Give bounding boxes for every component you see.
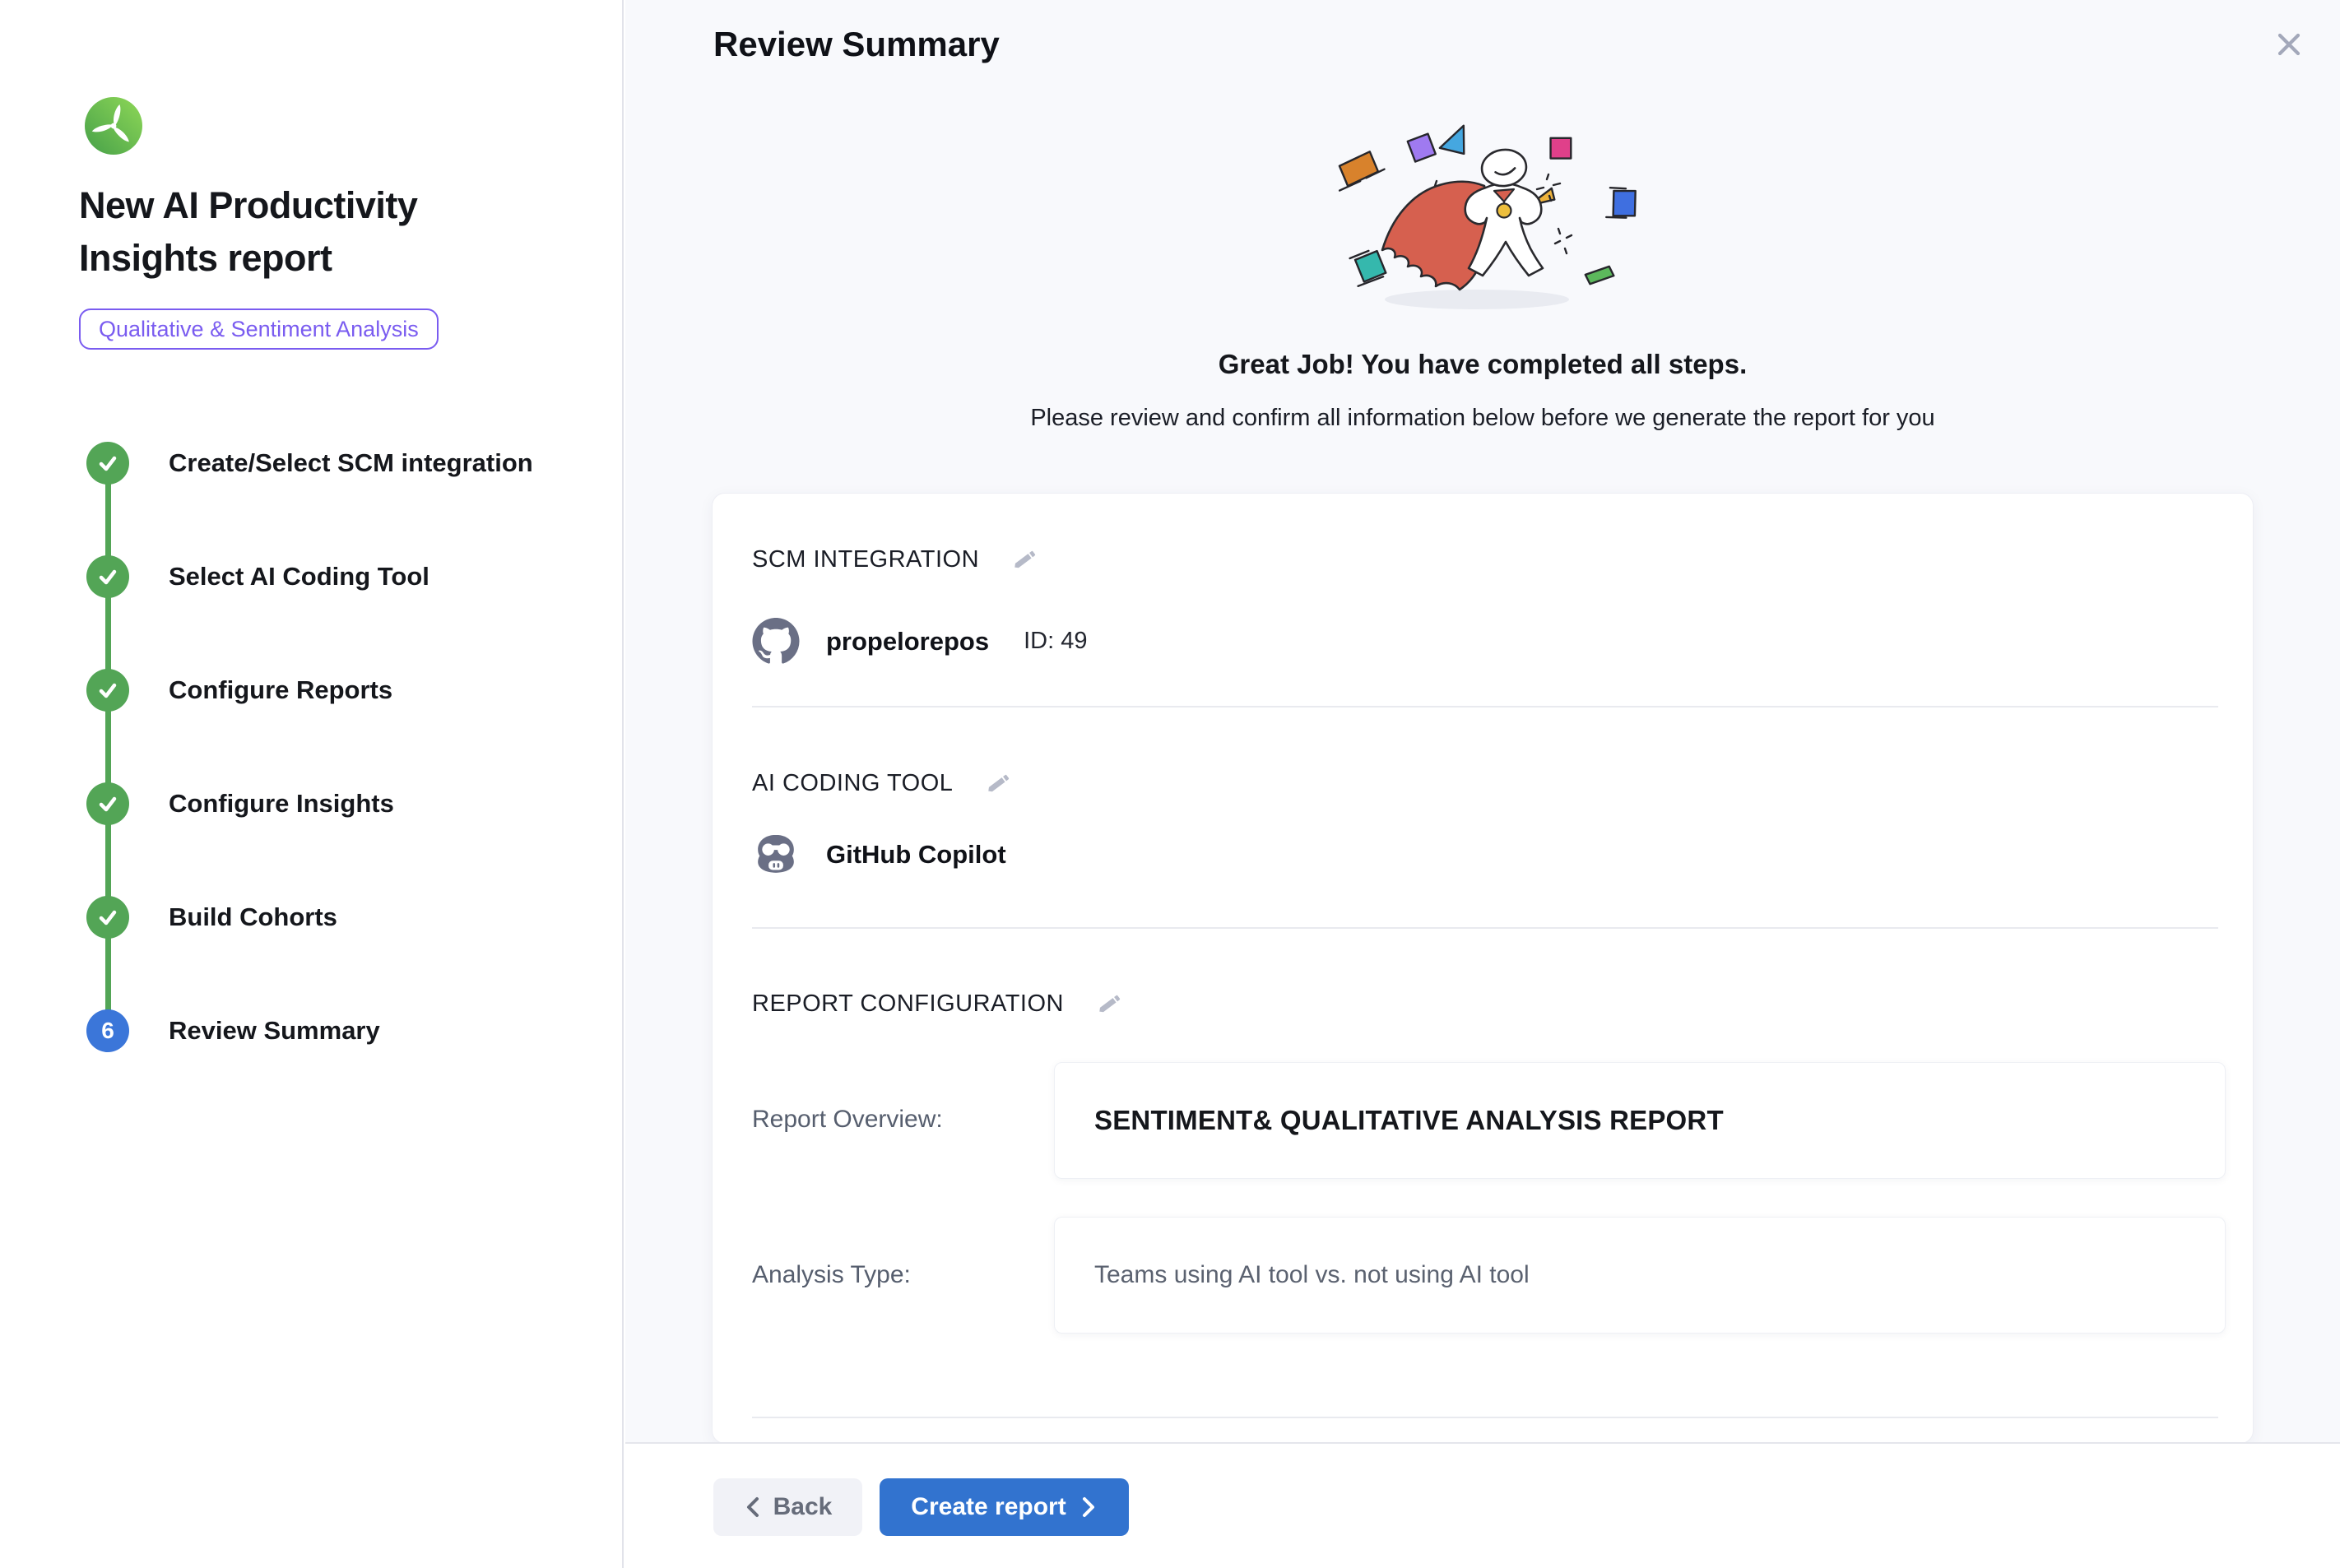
analysis-type-label: Analysis Type: xyxy=(752,1261,1024,1289)
scm-section-label: SCM INTEGRATION xyxy=(752,546,979,573)
step-active-number: 6 xyxy=(86,1009,129,1052)
analysis-type-value: Teams using AI tool vs. not using AI too… xyxy=(1094,1261,1530,1289)
section-divider xyxy=(752,1417,2218,1418)
new-report-wizard: New AI Productivity Insights report Qual… xyxy=(0,0,2340,1568)
report-config-section-header: REPORT CONFIGURATION xyxy=(752,989,1125,1018)
scm-integration-id: ID: 49 xyxy=(1024,628,1087,655)
congrats-title: Great Job! You have completed all steps. xyxy=(625,349,2340,380)
section-divider xyxy=(752,706,2218,707)
edit-ai-tool-pencil-icon[interactable] xyxy=(984,768,1014,798)
analysis-type-value-box: Teams using AI tool vs. not using AI too… xyxy=(1054,1217,2226,1334)
step-done-check-icon xyxy=(86,782,129,825)
step-done-check-icon xyxy=(86,896,129,939)
step-done-check-icon xyxy=(86,442,129,485)
create-report-button[interactable]: Create report xyxy=(880,1478,1129,1536)
step-label: Review Summary xyxy=(169,1016,380,1046)
summary-card: SCM INTEGRATION propelorepos ID: 49 AI C… xyxy=(712,493,2254,1444)
scm-integration-row: propelorepos ID: 49 xyxy=(752,618,1087,665)
chevron-right-icon xyxy=(1079,1495,1098,1519)
step-done-check-icon xyxy=(86,555,129,598)
edit-scm-pencil-icon[interactable] xyxy=(1010,545,1040,574)
chevron-left-icon xyxy=(744,1495,762,1519)
step-item-configure-reports[interactable]: Configure Reports xyxy=(86,669,580,712)
step-label: Select AI Coding Tool xyxy=(169,562,429,591)
ai-tool-section-header: AI CODING TOOL xyxy=(752,768,1014,798)
celebration-illustration xyxy=(1308,117,1654,314)
section-divider xyxy=(752,927,2218,929)
edit-report-config-pencil-icon[interactable] xyxy=(1095,989,1125,1018)
congrats-subtitle: Please review and confirm all informatio… xyxy=(625,405,2340,432)
wizard-title: New AI Productivity Insights report xyxy=(79,179,564,285)
stepper-connector xyxy=(105,463,111,1031)
report-overview-value-box: SENTIMENT& QUALITATIVE ANALYSIS REPORT xyxy=(1054,1062,2226,1179)
step-label: Configure Insights xyxy=(169,789,394,819)
ai-tool-section-label: AI CODING TOOL xyxy=(752,770,953,797)
step-label: Configure Reports xyxy=(169,675,392,705)
back-button[interactable]: Back xyxy=(713,1478,862,1536)
step-label: Create/Select SCM integration xyxy=(169,448,533,478)
back-button-label: Back xyxy=(773,1493,833,1521)
report-type-badge: Qualitative & Sentiment Analysis xyxy=(79,308,439,350)
scm-integration-name: propelorepos xyxy=(826,627,989,656)
github-icon xyxy=(752,618,800,665)
step-item-review-summary[interactable]: 6 Review Summary xyxy=(86,1009,580,1052)
step-done-check-icon xyxy=(86,669,129,712)
create-report-button-label: Create report xyxy=(911,1493,1066,1521)
close-icon[interactable] xyxy=(2264,20,2314,69)
wizard-sidebar: New AI Productivity Insights report Qual… xyxy=(0,0,624,1568)
report-overview-label: Report Overview: xyxy=(752,1106,1024,1134)
review-summary-panel: Review Summary xyxy=(625,0,2340,1568)
step-item-configure-insights[interactable]: Configure Insights xyxy=(86,782,580,825)
report-config-section-label: REPORT CONFIGURATION xyxy=(752,990,1064,1018)
copilot-icon xyxy=(752,833,800,877)
scm-section-header: SCM INTEGRATION xyxy=(752,545,1040,574)
step-item-scm-integration[interactable]: Create/Select SCM integration xyxy=(86,442,580,485)
step-item-build-cohorts[interactable]: Build Cohorts xyxy=(86,896,580,939)
step-item-ai-coding-tool[interactable]: Select AI Coding Tool xyxy=(86,555,580,598)
step-label: Build Cohorts xyxy=(169,902,337,932)
ai-tool-row: GitHub Copilot xyxy=(752,833,1006,877)
wizard-footer: Back Create report xyxy=(625,1442,2340,1568)
ai-tool-name: GitHub Copilot xyxy=(826,840,1006,870)
report-overview-value: SENTIMENT& QUALITATIVE ANALYSIS REPORT xyxy=(1094,1105,1724,1136)
propelo-logo-icon xyxy=(85,97,142,155)
page-title: Review Summary xyxy=(713,25,1000,64)
